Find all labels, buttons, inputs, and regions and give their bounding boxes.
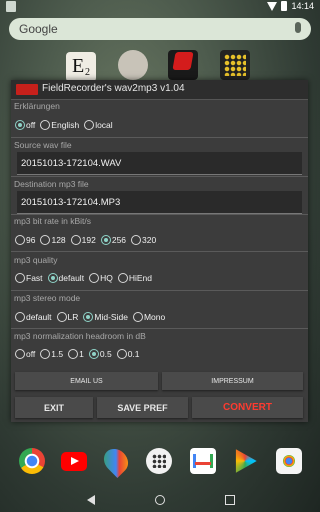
bitrate-option-256[interactable]: 256 xyxy=(100,235,126,245)
headroom-option-off[interactable]: off xyxy=(15,349,35,359)
divider xyxy=(11,290,308,291)
quality-radio-group: Fast default HQ HiEnd xyxy=(15,271,157,285)
divider xyxy=(11,137,308,138)
divider xyxy=(11,251,308,252)
radio-icon[interactable] xyxy=(56,312,67,322)
radio-icon[interactable] xyxy=(68,349,79,359)
radio-icon[interactable] xyxy=(15,235,25,245)
radio-icon[interactable] xyxy=(15,120,25,130)
radio-icon[interactable] xyxy=(15,312,25,322)
dialog-title: FieldRecorder's wav2mp3 v1.04 xyxy=(42,83,185,94)
headroom-option-1-5[interactable]: 1.5 xyxy=(40,349,63,359)
stereo-radio-group: default LR Mid-Side Mono xyxy=(15,310,170,324)
portrait-app-icon[interactable] xyxy=(118,50,148,80)
stereo-option-default[interactable]: default xyxy=(15,312,52,322)
radio-icon[interactable] xyxy=(40,235,51,245)
exit-button[interactable]: EXIT xyxy=(15,397,93,418)
quality-option-default[interactable]: default xyxy=(47,273,84,283)
radio-icon[interactable] xyxy=(70,235,81,245)
youtube-icon[interactable] xyxy=(61,452,87,471)
erklaerungen-option-off[interactable]: off xyxy=(15,120,35,130)
radio-icon[interactable] xyxy=(40,120,51,130)
radio-icon[interactable] xyxy=(88,349,99,359)
headroom-option-1[interactable]: 1 xyxy=(68,349,84,359)
clock: 14:14 xyxy=(291,1,314,11)
mic-icon[interactable] xyxy=(295,22,301,33)
radio-icon[interactable] xyxy=(83,312,94,322)
bitrate-option-128[interactable]: 128 xyxy=(40,235,66,245)
gmail-icon[interactable] xyxy=(190,448,216,474)
camera-icon[interactable] xyxy=(276,448,302,474)
radio-icon[interactable] xyxy=(117,273,128,283)
radio-icon[interactable] xyxy=(116,349,127,359)
navigation-bar xyxy=(0,488,320,512)
quality-option-hiend[interactable]: HiEnd xyxy=(117,273,152,283)
radio-icon[interactable] xyxy=(15,273,25,283)
wifi-icon xyxy=(267,1,278,11)
dialog-titlebar: FieldRecorder's wav2mp3 v1.04 xyxy=(11,80,308,100)
erklaerungen-option-local[interactable]: local xyxy=(84,120,113,130)
email-us-button[interactable]: EMAIL US xyxy=(15,372,158,390)
convert-button[interactable]: CONVERT xyxy=(192,397,303,418)
divider xyxy=(11,328,308,329)
headroom-radio-group: off 1.5 1 0.5 0.1 xyxy=(15,347,145,361)
google-label: Google xyxy=(19,22,58,36)
headroom-option-0-1[interactable]: 0.1 xyxy=(116,349,140,359)
radio-icon[interactable] xyxy=(15,349,25,359)
destination-label: Destination mp3 file xyxy=(14,179,89,189)
bitrate-option-96[interactable]: 96 xyxy=(15,235,35,245)
quality-label: mp3 quality xyxy=(14,255,58,265)
back-icon[interactable] xyxy=(87,495,95,505)
divider xyxy=(11,214,308,215)
source-label: Source wav file xyxy=(14,140,72,150)
recents-icon[interactable] xyxy=(225,495,235,505)
headroom-label: mp3 normalization headroom in dB xyxy=(14,331,146,341)
quality-option-hq[interactable]: HQ xyxy=(89,273,113,283)
chrome-icon[interactable] xyxy=(19,448,45,474)
radio-icon[interactable] xyxy=(100,235,111,245)
erklaerungen-option-english[interactable]: English xyxy=(40,120,79,130)
radio-icon[interactable] xyxy=(89,273,100,283)
e2-app-icon[interactable]: E 2 xyxy=(66,52,96,82)
wav2mp3-dialog: FieldRecorder's wav2mp3 v1.04 Erklärunge… xyxy=(11,80,308,422)
destination-input[interactable] xyxy=(17,191,302,213)
google-search-bar[interactable]: Google xyxy=(9,18,311,40)
bitrate-option-320[interactable]: 320 xyxy=(131,235,156,245)
destination-field[interactable] xyxy=(17,191,302,214)
stereo-option-mono[interactable]: Mono xyxy=(132,312,165,322)
radio-icon[interactable] xyxy=(131,235,142,245)
bitrate-radio-group: 96 128 192 256 320 xyxy=(15,233,161,247)
source-field[interactable] xyxy=(17,152,302,175)
radio-icon[interactable] xyxy=(47,273,58,283)
bitrate-option-192[interactable]: 192 xyxy=(70,235,96,245)
divider xyxy=(11,176,308,177)
status-bar: 14:14 xyxy=(0,0,320,13)
bitrate-label: mp3 bit rate in kBit/s xyxy=(14,216,92,226)
home-icon[interactable] xyxy=(155,495,165,505)
app-logo-icon xyxy=(16,84,38,95)
calculator-app-icon[interactable] xyxy=(220,50,250,80)
radio-icon[interactable] xyxy=(84,120,95,130)
stereo-option-mid-side[interactable]: Mid-Side xyxy=(83,312,128,322)
radio-app-icon[interactable] xyxy=(168,50,198,80)
erklaerungen-label: Erklärungen xyxy=(14,101,60,111)
battery-icon xyxy=(281,1,288,11)
erklaerungen-radio-group: off English local xyxy=(15,118,118,132)
notification-icon xyxy=(6,1,16,12)
save-pref-button[interactable]: SAVE PREF xyxy=(97,397,188,418)
source-input[interactable] xyxy=(17,152,302,174)
app-drawer-icon[interactable] xyxy=(146,448,172,474)
impressum-button[interactable]: IMPRESSUM xyxy=(162,372,303,390)
radio-icon[interactable] xyxy=(132,312,143,322)
headroom-option-0-5[interactable]: 0.5 xyxy=(88,349,112,359)
stereo-option-lr[interactable]: LR xyxy=(56,312,78,322)
radio-icon[interactable] xyxy=(40,349,51,359)
stereo-label: mp3 stereo mode xyxy=(14,293,81,303)
quality-option-fast[interactable]: Fast xyxy=(15,273,43,283)
